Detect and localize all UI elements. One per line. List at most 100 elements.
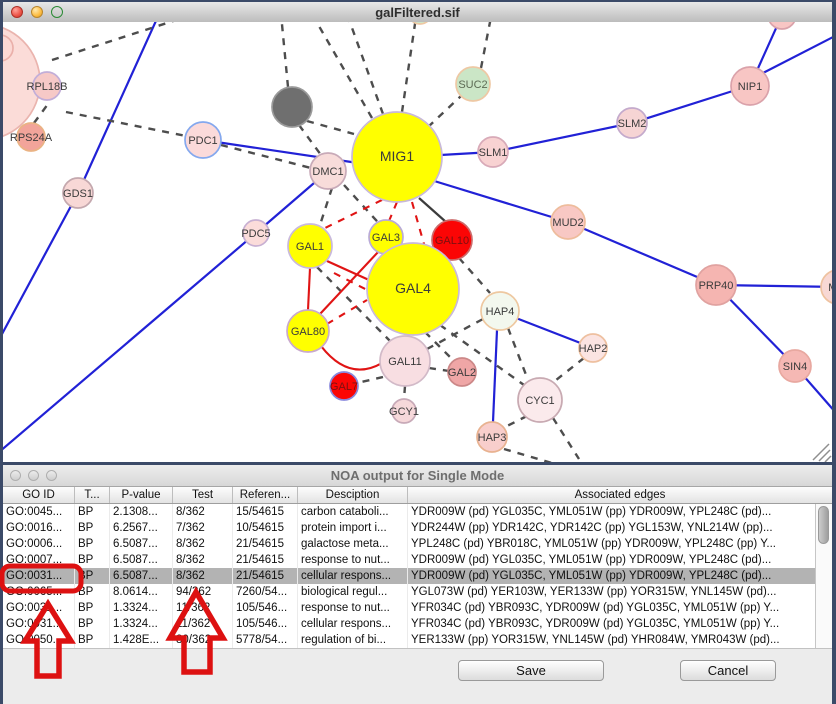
cell-p: 6.5087... <box>110 552 173 568</box>
cell-p: 6.2567... <box>110 520 173 536</box>
cell-edges: YGL073W (pd) YER103W, YER133W (pp) YOR31… <box>408 584 815 600</box>
cell-edges: YER133W (pp) YOR315W, YNL145W (pd) YHR08… <box>408 632 815 648</box>
cell-edges: YFR034C (pd) YBR093C, YDR009W (pd) YGL03… <box>408 616 815 632</box>
cell-ref: 105/546... <box>233 616 298 632</box>
cell-go: GO:0050... <box>3 632 75 648</box>
network-window-title: galFiltered.sif <box>3 5 832 20</box>
network-edge <box>429 368 449 371</box>
table-row[interactable]: GO:0050...BP1.428E...80/3625778/54...reg… <box>3 632 815 648</box>
network-edge <box>308 268 310 310</box>
node-label: GAL11 <box>388 356 421 368</box>
cell-p: 1.3324... <box>110 600 173 616</box>
network-edge <box>404 386 405 399</box>
close-button-inactive-icon[interactable] <box>10 470 21 481</box>
cancel-button[interactable]: Cancel <box>680 660 776 681</box>
table-row[interactable]: GO:0016...BP6.2567...7/36210/54615protei… <box>3 520 815 536</box>
table-row[interactable]: GO:0065...BP8.0614...94/3627260/54...bio… <box>3 584 815 600</box>
cell-go: GO:0031... <box>3 568 75 584</box>
network-edge <box>321 346 382 370</box>
node-label: GAL10 <box>435 235 469 247</box>
table-row[interactable]: GO:0045...BP2.1308...8/36215/54615carbon… <box>3 504 815 520</box>
network-window-titlebar[interactable]: galFiltered.sif <box>3 2 832 23</box>
column-header-p[interactable]: P-value <box>110 487 173 503</box>
network-node-unlabeled[interactable] <box>272 87 312 127</box>
cell-go: GO:0006... <box>3 536 75 552</box>
cell-type: BP <box>75 616 110 632</box>
cell-ref: 15/54615 <box>233 504 298 520</box>
cell-go: GO:0007... <box>3 552 75 568</box>
scrollbar-thumb[interactable] <box>818 506 829 544</box>
cell-p: 1.3324... <box>110 616 173 632</box>
cell-desc: galactose meta... <box>298 536 408 552</box>
table-scrollbar[interactable] <box>815 504 832 648</box>
close-button-icon[interactable] <box>11 6 23 18</box>
node-label: GAL1 <box>296 241 324 253</box>
cell-type: BP <box>75 600 110 616</box>
cell-go: GO:0065... <box>3 584 75 600</box>
cell-desc: response to nut... <box>298 552 408 568</box>
cell-p: 6.5087... <box>110 536 173 552</box>
screenshot-root: galFiltered.sif RPL18BRPS24AGDS1PDC1MIG1… <box>0 0 836 704</box>
network-edge <box>412 202 424 244</box>
cell-desc: cellular respons... <box>298 616 408 632</box>
column-header-desc[interactable]: Desciption <box>298 487 408 503</box>
network-edge <box>389 202 397 221</box>
cell-edges: YPL248C (pd) YBR018C, YML051W (pp) YDR00… <box>408 536 815 552</box>
cell-edges: YDR009W (pd) YGL035C, YML051W (pp) YDR00… <box>408 568 815 584</box>
cell-desc: regulation of bi... <box>298 632 408 648</box>
node-label: SLM1 <box>479 147 508 159</box>
network-edge <box>78 22 160 193</box>
node-label: SLM2 <box>618 118 647 130</box>
cell-test: 8/362 <box>173 536 233 552</box>
column-header-type[interactable]: T... <box>75 487 110 503</box>
network-node-unlabeled[interactable] <box>408 22 432 24</box>
node-label: CYC1 <box>525 395 554 407</box>
minimize-button-inactive-icon[interactable] <box>28 470 39 481</box>
node-label: NIP1 <box>738 81 762 93</box>
noa-window-footer: Save Cancel <box>3 648 832 704</box>
network-edge <box>3 193 78 347</box>
node-label: HAP3 <box>478 432 507 444</box>
cell-type: BP <box>75 568 110 584</box>
table-header[interactable]: GO IDT...P-valueTestReferen...Desciption… <box>3 487 832 504</box>
network-edge <box>419 198 446 222</box>
table-row[interactable]: GO:0006...BP6.5087...8/36221/54615galact… <box>3 536 815 552</box>
column-header-test[interactable]: Test <box>173 487 233 503</box>
cell-p: 8.0614... <box>110 584 173 600</box>
cell-ref: 5778/54... <box>233 632 298 648</box>
table-row[interactable]: GO:0007...BP6.5087...8/36221/54615respon… <box>3 552 815 568</box>
minimize-button-icon[interactable] <box>31 6 43 18</box>
table-row[interactable]: GO:0031...BP1.3324...11/362105/546...res… <box>3 600 815 616</box>
cell-p: 2.1308... <box>110 504 173 520</box>
cell-edges: YDR244W (pp) YDR142C, YDR142C (pp) YGL15… <box>408 520 815 536</box>
cell-ref: 105/546... <box>233 600 298 616</box>
network-edge <box>459 258 490 293</box>
network-edge <box>761 35 832 74</box>
node-label: DMC1 <box>312 166 343 178</box>
noa-window-titlebar[interactable]: NOA output for Single Mode <box>3 465 832 487</box>
network-edge <box>66 112 186 136</box>
network-edge <box>428 96 461 127</box>
cell-go: GO:0031... <box>3 600 75 616</box>
cell-test: 11/362 <box>173 616 233 632</box>
column-header-edges[interactable]: Associated edges <box>408 487 832 503</box>
zoom-button-inactive-icon[interactable] <box>46 470 57 481</box>
table-row[interactable]: GO:0031...BP1.3324...11/362105/546...cel… <box>3 616 815 632</box>
cell-test: 94/362 <box>173 584 233 600</box>
save-button[interactable]: Save <box>458 660 604 681</box>
cell-p: 1.428E... <box>110 632 173 648</box>
zoom-button-icon[interactable] <box>51 6 63 18</box>
network-edge <box>281 22 288 87</box>
network-node-unlabeled[interactable] <box>768 22 796 29</box>
column-header-go[interactable]: GO ID <box>3 487 75 503</box>
table-body[interactable]: GO:0045...BP2.1308...8/36215/54615carbon… <box>3 504 815 648</box>
node-label: PDC1 <box>188 135 217 147</box>
column-header-ref[interactable]: Referen... <box>233 487 298 503</box>
cell-go: GO:0045... <box>3 504 75 520</box>
table-row[interactable]: GO:0031...BP6.5087...8/36221/54615cellul… <box>3 568 815 584</box>
network-canvas[interactable]: RPL18BRPS24AGDS1PDC1MIG1SUC2SLM1SLM2NIP1… <box>3 22 832 462</box>
network-edge <box>312 22 372 118</box>
cell-type: BP <box>75 584 110 600</box>
cell-ref: 21/54615 <box>233 568 298 584</box>
cell-desc: biological regul... <box>298 584 408 600</box>
